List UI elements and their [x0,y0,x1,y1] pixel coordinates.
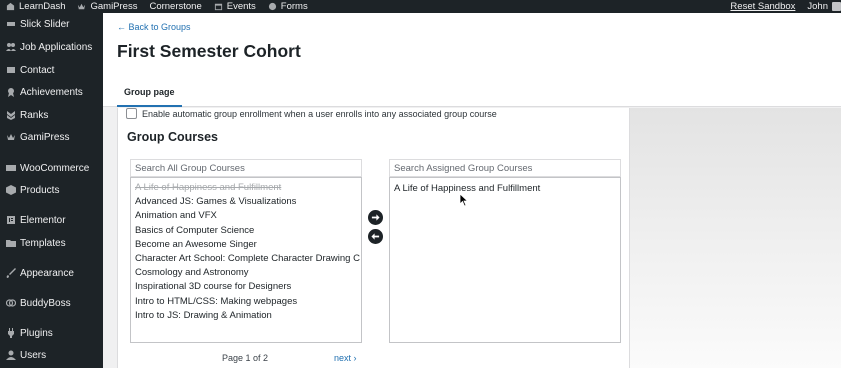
add-course-button[interactable] [368,210,383,225]
ranks-icon [6,111,15,120]
admin-bar-forms-label: Forms [280,1,308,12]
avatar[interactable] [832,2,841,11]
sidebar-item-label: Users [20,349,47,361]
page-header: ← Back to Groups First Semester Cohort G… [103,13,841,107]
sidebar-item-elementor[interactable]: Elementor [0,210,103,230]
tab-group-page[interactable]: Group page [117,79,182,107]
assigned-course-option[interactable]: A Life of Happiness and Fulfillment [390,182,620,196]
admin-bar-gamipress[interactable]: GamiPress [71,0,143,13]
course-option[interactable]: Inspirational 3D course for Designers [131,280,361,294]
crown-icon [6,134,15,140]
ribbon-icon [7,88,14,97]
arrow-left-icon [371,233,380,240]
reset-sandbox-link[interactable]: Reset Sandbox [730,1,807,12]
course-option[interactable]: Intro to HTML/CSS: Making webpages [131,295,361,309]
remove-course-button[interactable] [368,229,383,244]
sidebar-item-label: BuddyBoss [20,297,71,309]
sidebar-item-ranks[interactable]: Ranks [0,105,103,125]
sidebar-item-contact[interactable]: Contact [0,60,103,80]
admin-sidebar: Slick Slider Job Applications Contact Ac… [0,13,103,368]
auto-enroll-checkbox[interactable] [126,108,137,119]
sidebar-item-label: Products [20,184,60,196]
page-title: First Semester Cohort [117,41,301,61]
sidebar-item-label: GamiPress [20,131,70,143]
course-option: A Life of Happiness and Fulfillment [135,182,282,193]
sidebar-item-woocommerce[interactable]: WooCommerce [0,158,103,178]
sidebar-item-gamipress[interactable]: GamiPress [0,127,103,147]
sidebar-item-label: WooCommerce [20,162,90,174]
sidebar-item-templates[interactable]: Templates [0,233,103,253]
sidebar-item-label: Templates [20,237,66,249]
sidebar-item-slick-slider[interactable]: Slick Slider [0,14,103,34]
sidebar-area-background [630,108,841,368]
user-icon [5,350,16,360]
box-icon [5,185,16,195]
sidebar-item-job-applications[interactable]: Job Applications [0,37,103,57]
course-option[interactable]: Basics of Computer Science [131,224,361,238]
course-option[interactable]: Animation and VFX [131,209,361,223]
sidebar-item-label: Slick Slider [20,18,70,30]
calendar-icon [214,3,222,11]
pager-text: Page 1 of 2 [222,353,269,363]
search-all-courses-input[interactable] [130,159,362,177]
sidebar-item-label: Plugins [20,327,53,339]
sidebar-item-products[interactable]: Products [0,180,103,200]
people-icon [5,43,16,51]
sidebar-item-label: Elementor [20,214,66,226]
admin-bar-cornerstone[interactable]: Cornerstone [143,0,207,13]
learndash-icon [6,2,15,11]
brush-icon [6,268,16,278]
group-courses-panel: Enable automatic group enrollment when a… [117,108,630,368]
folder-icon [5,240,16,247]
user-name[interactable]: John [807,1,828,12]
back-to-groups-link[interactable]: ← Back to Groups [117,22,191,32]
sidebar-item-plugins[interactable]: Plugins [0,323,103,343]
woo-icon [5,165,16,171]
slider-icon [6,22,15,26]
admin-bar-cornerstone-label: Cornerstone [149,1,202,12]
search-assigned-courses-input[interactable] [389,159,621,177]
mail-icon [6,67,15,73]
sidebar-item-users[interactable]: Users [0,345,103,365]
sidebar-item-label: Contact [20,64,55,76]
admin-bar-learndash-label: LearnDash [19,1,66,12]
forms-icon [268,2,276,11]
course-option[interactable]: Cosmology and Astronomy [131,266,361,280]
all-courses-list[interactable]: A Life of Happiness and Fulfillment Adva… [130,177,362,343]
sidebar-item-achievements[interactable]: Achievements [0,82,103,102]
admin-bar-forms[interactable]: Forms [262,0,314,13]
auto-enroll-option: Enable automatic group enrollment when a… [126,108,497,119]
sidebar-item-label: Appearance [20,267,74,279]
sidebar-item-appearance[interactable]: Appearance [0,263,103,283]
sidebar-item-label: Ranks [20,109,49,121]
sidebar-item-buddyboss[interactable]: BuddyBoss [0,293,103,313]
crown-icon [78,3,86,10]
course-option[interactable]: Character Art School: Complete Character… [131,252,361,266]
admin-bar-events[interactable]: Events [208,0,262,13]
arrow-right-icon [371,214,380,221]
buddyboss-icon [5,299,16,307]
auto-enroll-label: Enable automatic group enrollment when a… [142,108,497,119]
admin-bar-events-label: Events [226,1,256,12]
course-option[interactable]: Advanced JS: Games & Visualizations [131,195,361,209]
admin-bar-learndash[interactable]: LearnDash [0,0,71,13]
sidebar-item-label: Achievements [20,86,83,98]
course-option[interactable]: Intro to JS: Drawing & Animation [131,309,361,323]
admin-bar: LearnDash GamiPress Cornerstone Events F… [0,0,841,13]
elementor-icon [6,216,15,224]
mouse-cursor-icon [459,193,469,207]
main-content: ← Back to Groups First Semester Cohort G… [103,13,841,368]
course-option[interactable]: Become an Awesome Singer [131,238,361,252]
admin-bar-gamipress-label: GamiPress [90,1,138,12]
plug-icon [7,328,14,338]
sidebar-item-label: Job Applications [20,41,93,53]
section-title: Group Courses [127,130,218,144]
next-page-link[interactable]: next › [334,353,357,363]
assigned-courses-list[interactable]: A Life of Happiness and Fulfillment [389,177,621,343]
